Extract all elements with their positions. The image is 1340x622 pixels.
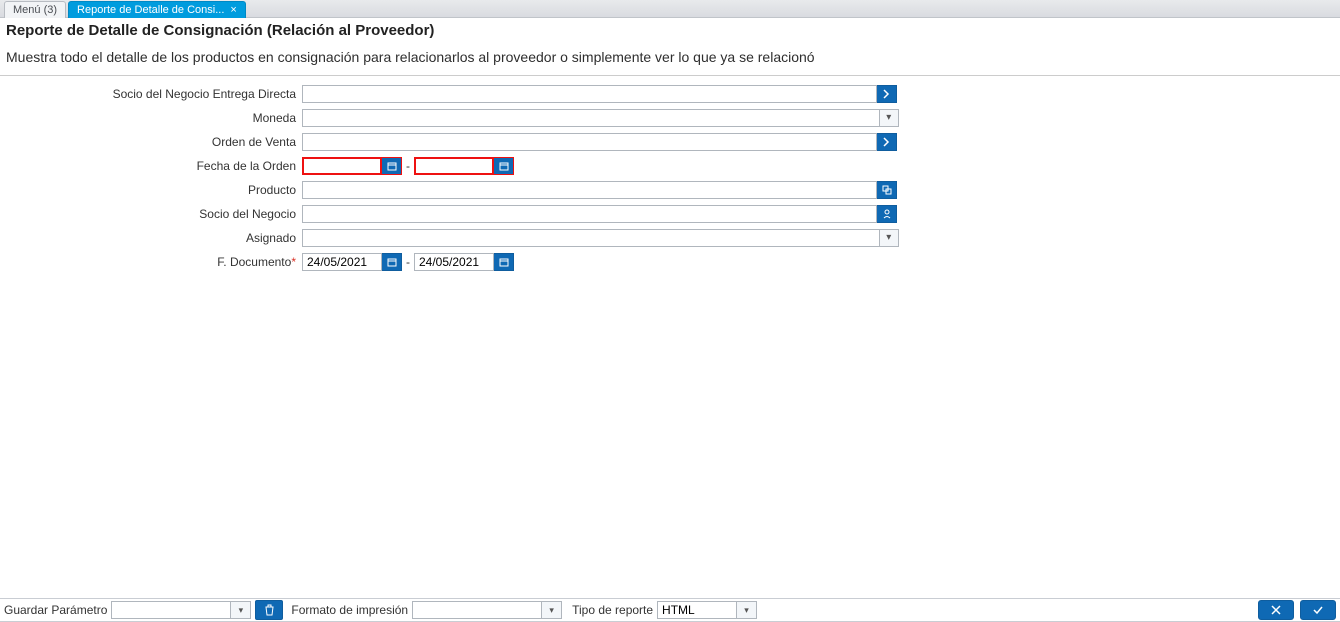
calendar-f-documento-to-button[interactable] (494, 253, 514, 271)
tab-report[interactable]: Reporte de Detalle de Consi... × (68, 1, 246, 18)
lookup-socio-entrega-button[interactable] (877, 85, 897, 103)
lookup-producto-button[interactable] (877, 181, 897, 199)
label-asignado: Asignado (0, 231, 302, 245)
page-description: Muestra todo el detalle de los productos… (6, 49, 1334, 65)
input-socio-entrega[interactable] (302, 85, 877, 103)
label-f-documento: F. Documento* (0, 255, 302, 269)
lookup-socio-negocio-button[interactable] (877, 205, 897, 223)
label-formato-impresion: Formato de impresión (291, 603, 408, 617)
cancel-button[interactable] (1258, 600, 1294, 620)
divider (0, 75, 1340, 76)
date-range-dash-2: - (402, 255, 414, 269)
tab-bar: Menú (3) Reporte de Detalle de Consi... … (0, 0, 1340, 18)
label-producto: Producto (0, 183, 302, 197)
bottom-toolbar: Guardar Parámetro ▾ Formato de impresión… (0, 598, 1340, 622)
input-producto[interactable] (302, 181, 877, 199)
input-socio-negocio[interactable] (302, 205, 877, 223)
input-fecha-orden-from[interactable] (302, 157, 382, 175)
dropdown-moneda-button[interactable]: ▾ (880, 109, 899, 127)
label-moneda: Moneda (0, 111, 302, 125)
lookup-orden-venta-button[interactable] (877, 133, 897, 151)
label-socio-negocio: Socio del Negocio (0, 207, 302, 221)
calendar-fecha-orden-from-button[interactable] (382, 157, 402, 175)
input-tipo-reporte[interactable] (657, 601, 737, 619)
input-formato-impresion[interactable] (412, 601, 542, 619)
label-tipo-reporte: Tipo de reporte (572, 603, 653, 617)
page-header: Reporte de Detalle de Consignación (Rela… (0, 18, 1340, 65)
dropdown-asignado-button[interactable]: ▾ (880, 229, 899, 247)
calendar-f-documento-from-button[interactable] (382, 253, 402, 271)
dropdown-formato-impresion-button[interactable]: ▾ (542, 601, 562, 619)
label-socio-entrega: Socio del Negocio Entrega Directa (0, 87, 302, 101)
label-fecha-orden: Fecha de la Orden (0, 159, 302, 173)
input-moneda[interactable] (302, 109, 880, 127)
input-f-documento-to[interactable] (414, 253, 494, 271)
close-icon[interactable]: × (230, 5, 236, 16)
page-title: Reporte de Detalle de Consignación (Rela… (6, 22, 1334, 39)
label-guardar-parametro: Guardar Parámetro (4, 603, 107, 617)
input-asignado[interactable] (302, 229, 880, 247)
tab-report-label: Reporte de Detalle de Consi... (77, 4, 224, 16)
delete-parametro-button[interactable] (255, 600, 283, 620)
input-orden-venta[interactable] (302, 133, 877, 151)
confirm-button[interactable] (1300, 600, 1336, 620)
input-guardar-parametro[interactable] (111, 601, 231, 619)
form: Socio del Negocio Entrega Directa Moneda… (0, 82, 1340, 274)
date-range-dash: - (402, 159, 414, 173)
dropdown-tipo-reporte-button[interactable]: ▾ (737, 601, 757, 619)
tab-menu[interactable]: Menú (3) (4, 1, 66, 18)
tab-menu-label: Menú (3) (13, 4, 57, 16)
dropdown-guardar-parametro-button[interactable]: ▾ (231, 601, 251, 619)
label-orden-venta: Orden de Venta (0, 135, 302, 149)
input-f-documento-from[interactable] (302, 253, 382, 271)
input-fecha-orden-to[interactable] (414, 157, 494, 175)
calendar-fecha-orden-to-button[interactable] (494, 157, 514, 175)
